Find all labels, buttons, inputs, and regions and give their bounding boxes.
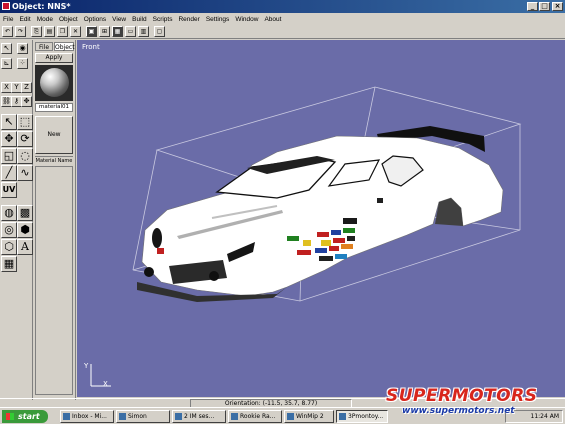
app-icon [2,2,10,10]
new-material-button[interactable]: New [35,116,73,154]
windows-logo-icon [6,413,14,420]
redo-icon[interactable]: ↷ [15,26,26,37]
mesh-tool-icon[interactable]: ▩ [17,205,33,221]
menu-build[interactable]: Build [129,16,149,23]
view-grid-icon[interactable]: ▦ [112,26,123,37]
material-panel: File Object Apply material01 New Materia… [33,40,76,400]
move-tool-icon[interactable]: ✥ [1,131,17,147]
torus-tool-icon[interactable]: ◎ [1,222,17,238]
text-tool-button[interactable]: A [17,239,33,255]
line-tool-icon[interactable]: ╱ [1,165,17,181]
select-box-icon[interactable]: ⬚ [17,114,33,130]
paste-icon[interactable]: ▤ [44,26,55,37]
left-foglight [144,267,154,277]
title-bar: Object: NNS* _ □ × [0,0,565,13]
scale-tool-icon[interactable]: ◱ [1,148,17,164]
modeler-icon [339,413,346,420]
view-wide-icon[interactable]: ▭ [125,26,136,37]
task-inbox[interactable]: Inbox - Mi... [60,410,114,423]
table-tool-icon[interactable]: ▦ [1,256,17,272]
close-button[interactable]: × [552,2,563,11]
menu-window[interactable]: Window [232,16,261,23]
view-quad-icon[interactable]: ⊞ [99,26,110,37]
menu-options[interactable]: Options [81,16,109,23]
task-rookie-racing[interactable]: Rookie Ra... [228,410,282,423]
undo-icon[interactable]: ↶ [2,26,13,37]
maximize-button[interactable]: □ [539,2,550,11]
sphere-tool-icon[interactable]: ◍ [1,205,17,221]
start-button[interactable]: start [2,410,48,423]
hexagon-tool-icon[interactable]: ⬡ [1,239,17,255]
task-im-sessions[interactable]: 2 IM ses... [172,410,226,423]
mail-icon [63,413,70,420]
duplicate-icon[interactable]: ❐ [57,26,68,37]
menu-object[interactable]: Object [56,16,81,23]
tool-strip: ↖ ⊾ ◉ ⁘ X Y Z ⛓ ⚷ ✥ ↖ ⬚ ✥ ⟳ ◱ ◌ ╱ ∿ UV ◍… [0,40,33,400]
tab-file[interactable]: File [35,42,53,51]
delete-icon[interactable]: ✕ [70,26,81,37]
material-list[interactable] [35,166,73,395]
axis-x-label: X [103,380,108,388]
view-single-icon[interactable]: ▣ [86,26,97,37]
tab-object[interactable]: Object [54,42,75,51]
axis-z-button[interactable]: Z [21,82,32,93]
rotate-tool-icon[interactable]: ⟳ [17,131,33,147]
start-label: start [18,412,40,421]
menu-scripts[interactable]: Scripts [150,16,176,23]
select-arrow-icon[interactable]: ↖ [1,43,12,54]
menu-about[interactable]: About [261,16,284,23]
eye-icon[interactable]: ◉ [17,43,28,54]
app-icon [287,413,294,420]
left-headlight [152,228,162,248]
apply-button[interactable]: Apply [35,53,73,63]
menu-render[interactable]: Render [175,16,202,23]
toolbar: ↶ ↷ ⎘ ▤ ❐ ✕ ▣ ⊞ ▦ ▭ ▥ ▢ [0,25,565,39]
lasso-tool-icon[interactable]: ◌ [17,148,33,164]
watermark-title: SUPERMOTORS [386,386,538,406]
points-icon[interactable]: ⁘ [17,58,28,69]
snap-icon[interactable]: ✥ [21,96,32,107]
watermark-logo: SUPERMOTORS www.supermotors.net [378,386,564,420]
task-winmip[interactable]: WinMip 2 [284,410,334,423]
messenger-icon [119,413,126,420]
task-simon[interactable]: Simon [116,410,170,423]
copy-icon[interactable]: ⎘ [31,26,42,37]
material-name-field[interactable]: material01 [35,103,73,112]
watermark-url: www.supermotors.net [402,406,515,416]
material-name-label: Material Name [35,156,73,164]
window-title: Object: NNS* [12,2,71,11]
pointer-tool-icon[interactable]: ↖ [1,114,17,130]
menu-edit[interactable]: Edit [16,16,33,23]
car-model[interactable] [77,40,565,397]
axis-y-label: Y [84,362,89,370]
right-foglight [209,271,219,281]
menu-bar: File Edit Mode Object Options View Build… [0,13,565,25]
viewport-front[interactable]: Front Y X [77,40,565,397]
material-preview[interactable] [35,65,73,101]
uv-tool-button[interactable]: UV [1,182,17,198]
geo-tool-icon[interactable]: ⬢ [17,222,33,238]
curve-tool-icon[interactable]: ∿ [17,165,33,181]
menu-settings[interactable]: Settings [203,16,233,23]
menu-mode[interactable]: Mode [34,16,56,23]
minimize-button[interactable]: _ [527,2,538,11]
browser-icon [231,413,238,420]
render-icon[interactable]: ▢ [154,26,165,37]
axis-tool-icon[interactable]: ⊾ [1,58,12,69]
chat-icon [175,413,182,420]
view-settings-icon[interactable]: ▥ [138,26,149,37]
menu-view[interactable]: View [109,16,129,23]
menu-file[interactable]: File [0,16,16,23]
new-label: New [47,131,61,138]
